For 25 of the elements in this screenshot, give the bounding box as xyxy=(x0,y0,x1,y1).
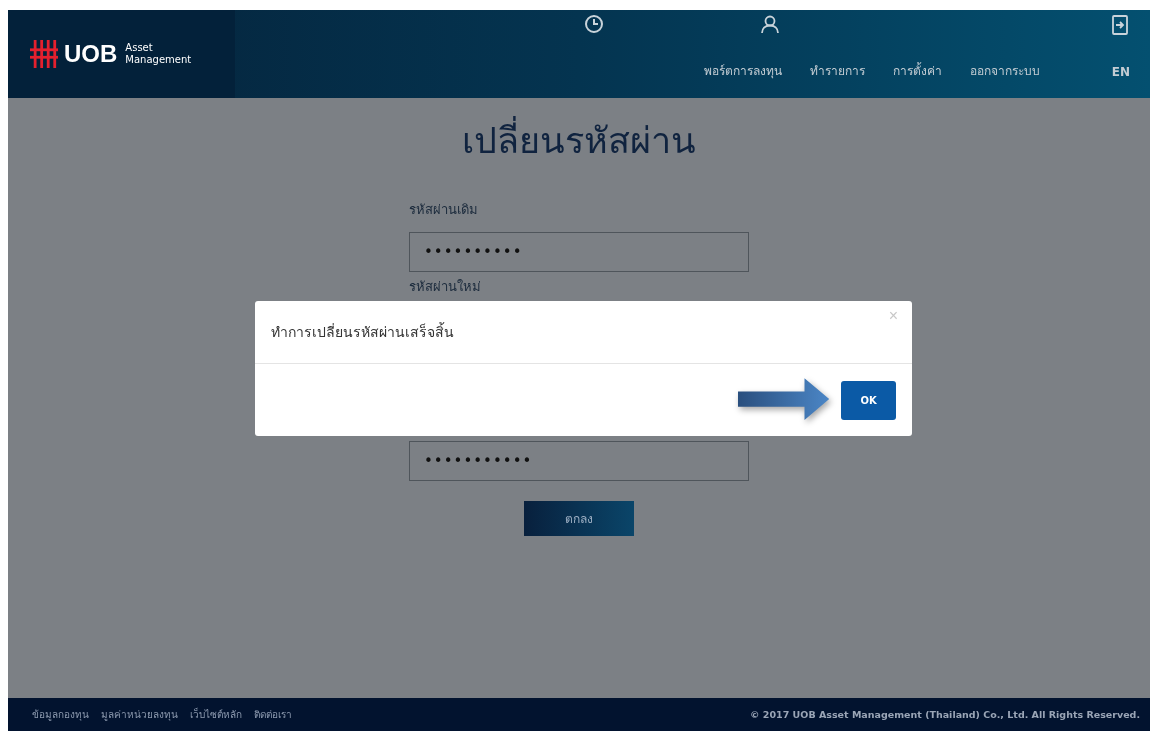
logout-icon[interactable] xyxy=(1112,15,1128,35)
field-label: รหัสผ่านเดิม xyxy=(409,201,479,219)
footer-link[interactable]: มูลค่าหน่วยลงทุน xyxy=(101,707,178,722)
field-label: รหัสผ่านใหม่ xyxy=(409,278,482,296)
footer-link[interactable]: เว็บไซต์หลัก xyxy=(190,707,242,722)
password-field[interactable]: •••••••••• xyxy=(409,232,749,272)
logo-subtitle: Management xyxy=(125,54,192,66)
logo-wordmark: UOB xyxy=(64,40,118,68)
nav-link[interactable]: พอร์ตการลงทุน xyxy=(703,61,782,80)
nav-link[interactable]: EN xyxy=(1111,65,1130,79)
logo-subtitle: Asset xyxy=(125,42,154,54)
page-title: เปลี่ยนรหัสผ่าน xyxy=(462,112,696,169)
nav-link[interactable]: ทำรายการ xyxy=(809,61,865,80)
user-icon[interactable] xyxy=(759,14,780,34)
password-field[interactable]: ••••••••••• xyxy=(409,441,749,481)
clock-icon[interactable] xyxy=(583,14,604,34)
footer-link[interactable]: ข้อมูลกองทุน xyxy=(32,707,89,722)
copyright-text: © 2017 UOB Asset Management (Thailand) Co., Ltd. All Rights Reserved. xyxy=(750,709,1140,720)
nav-link[interactable]: การตั้งค่า xyxy=(892,61,942,80)
ok-button[interactable]: OK xyxy=(841,380,896,420)
logo-mark-icon xyxy=(30,40,58,68)
nav-link[interactable]: ออกจากระบบ xyxy=(969,61,1040,80)
submit-button[interactable]: ตกลง xyxy=(524,501,634,536)
footer-link[interactable]: ติดต่อเรา xyxy=(254,707,292,722)
dialog-message: ทำการเปลี่ยนรหัสผ่านเสร็จสิ้น xyxy=(271,321,454,342)
